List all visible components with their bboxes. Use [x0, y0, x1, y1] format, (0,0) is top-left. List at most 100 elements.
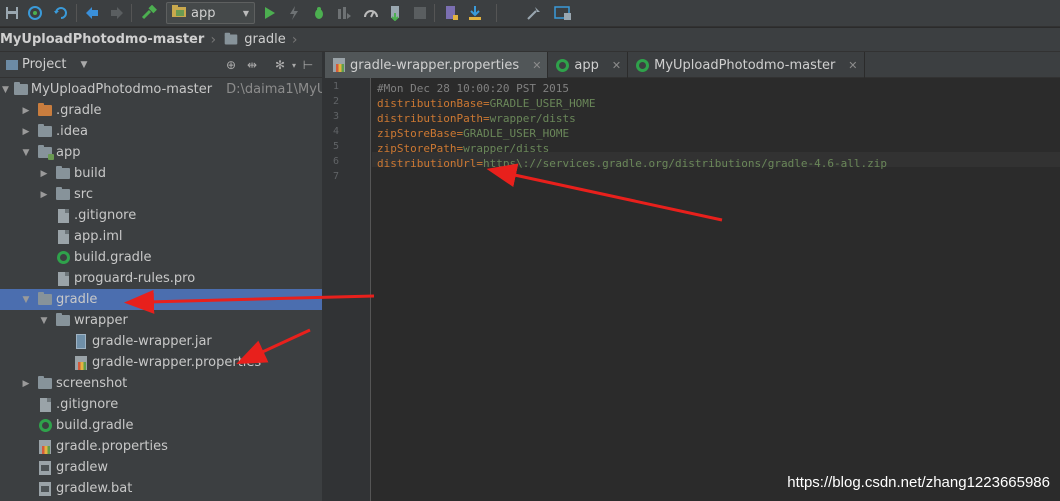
tree-item[interactable]: build.gradle: [0, 415, 322, 436]
chevron-down-icon[interactable]: ▼: [80, 60, 87, 70]
run-icon[interactable]: [260, 4, 278, 22]
forward-icon[interactable]: [108, 4, 126, 22]
folder-icon: [224, 32, 238, 45]
tree-item-label: gradlew.bat: [56, 481, 133, 496]
main-toolbar: app ▼: [0, 0, 1060, 27]
refresh-icon[interactable]: [52, 4, 70, 22]
code-line: distributionBase=GRADLE_USER_HOME: [377, 96, 596, 111]
jar-file-icon: [76, 334, 86, 349]
folder-icon: [56, 187, 70, 200]
save-icon[interactable]: [3, 4, 21, 22]
breadcrumb-item-project[interactable]: MyUploadPhotodmo-master: [0, 32, 208, 47]
property-value: wrapper/dists: [463, 142, 550, 155]
tree-item[interactable]: ▼ wrapper: [0, 310, 322, 331]
back-icon[interactable]: [83, 4, 101, 22]
tree-item[interactable]: gradle.properties: [0, 436, 322, 457]
hide-panel-icon[interactable]: ⊢: [300, 57, 316, 73]
folder-icon: [56, 166, 70, 179]
tree-item[interactable]: ▼ gradle: [0, 289, 322, 310]
close-icon[interactable]: ✕: [612, 59, 621, 72]
tree-item[interactable]: ▼ app: [0, 142, 322, 163]
code-line: zipStorePath=wrapper/dists: [377, 141, 549, 156]
chevron-right-icon: ›: [210, 31, 217, 48]
tree-item-label: .gitignore: [56, 397, 119, 412]
script-file-icon: [39, 481, 51, 496]
tree-item[interactable]: ▶ .gradle: [0, 100, 322, 121]
build-icon[interactable]: [140, 4, 158, 22]
tree-item-label: build.gradle: [74, 250, 152, 265]
apply-changes-icon[interactable]: [386, 4, 404, 22]
tree-item-label: gradle-wrapper.properties: [92, 355, 262, 370]
breadcrumb-item-gradle[interactable]: gradle: [224, 32, 289, 47]
code-line: distributionPath=wrapper/dists: [377, 111, 576, 126]
tree-item[interactable]: app.iml: [0, 226, 322, 247]
tree-item[interactable]: ▶ .idea: [0, 121, 322, 142]
property-separator: =: [482, 112, 490, 125]
collapse-arrow-icon[interactable]: ▶: [20, 378, 32, 390]
editor-tabs: gradle-wrapper.properties ✕ app ✕ MyUplo…: [325, 52, 1060, 78]
run-configuration-dropdown[interactable]: app ▼: [166, 2, 255, 24]
close-icon[interactable]: ✕: [848, 59, 857, 72]
collapse-arrow-icon[interactable]: ▶: [20, 105, 32, 117]
property-key: zipStorePath: [377, 142, 457, 155]
tree-item[interactable]: gradlew.bat: [0, 478, 322, 499]
tree-item-label: .gradle: [56, 103, 102, 118]
lightning-icon[interactable]: [285, 4, 303, 22]
avd-manager-icon[interactable]: [442, 4, 460, 22]
line-number-gutter: 1 2 3 4 5 6 7: [325, 78, 371, 501]
locate-icon[interactable]: ⊕: [223, 57, 239, 73]
project-view-selector[interactable]: Project: [22, 57, 66, 72]
expand-arrow-icon[interactable]: ▼: [38, 315, 50, 327]
tab-project-build-gradle[interactable]: MyUploadPhotodmo-master ✕: [628, 52, 865, 78]
debug-icon[interactable]: [310, 4, 328, 22]
sync-icon[interactable]: [26, 4, 44, 22]
tree-item[interactable]: proguard-rules.pro: [0, 268, 322, 289]
property-value: https\://services.gradle.org/distributio…: [482, 157, 887, 170]
file-icon: [57, 208, 69, 223]
property-key: distributionBase: [377, 97, 483, 110]
tree-item-label: .gitignore: [74, 208, 137, 223]
tree-item[interactable]: ▼ MyUploadPhotodmo-master D:\daima1\MyUplo: [0, 79, 346, 100]
expand-arrow-icon[interactable]: ▼: [2, 84, 9, 96]
collapse-arrow-icon[interactable]: ▶: [38, 189, 50, 201]
code-line: distributionUrl=https\://services.gradle…: [377, 156, 887, 171]
property-key: distributionUrl: [377, 157, 477, 170]
close-icon[interactable]: ✕: [532, 59, 541, 72]
tree-item[interactable]: gradle-wrapper.properties: [0, 352, 322, 373]
chevron-down-icon: ▼: [242, 8, 249, 18]
tree-item[interactable]: .gitignore: [0, 205, 322, 226]
app-module-icon: [171, 4, 187, 22]
line-number: 3: [332, 111, 339, 122]
tab-gradle-wrapper-properties[interactable]: gradle-wrapper.properties ✕: [325, 52, 549, 78]
tab-app[interactable]: app ✕: [548, 52, 629, 78]
expand-arrow-icon[interactable]: ▼: [20, 147, 32, 159]
collapse-icon[interactable]: ⇹: [244, 57, 260, 73]
collapse-arrow-icon[interactable]: ▶: [38, 168, 50, 180]
project-tool-window: Project ▼ ⊕ ⇹ ✻ ▾ ⊢ ▼ MyUploadPhotodmo-ma…: [0, 52, 346, 501]
expand-arrow-icon[interactable]: ▼: [20, 294, 32, 306]
tree-item[interactable]: ▶ build: [0, 163, 322, 184]
tree-item[interactable]: gradle-wrapper.jar: [0, 331, 322, 352]
tree-item[interactable]: build.gradle: [0, 247, 322, 268]
tree-item[interactable]: ▶ screenshot: [0, 373, 322, 394]
collapse-arrow-icon[interactable]: ▶: [20, 126, 32, 138]
chevron-right-icon: ›: [291, 31, 298, 48]
code-comment: #Mon Dec 28 10:00:20 PST 2015: [377, 82, 570, 95]
coverage-icon[interactable]: [335, 4, 353, 22]
profile-icon[interactable]: [362, 4, 380, 22]
layout-inspector-icon[interactable]: [525, 4, 543, 22]
tree-item[interactable]: .gitignore: [0, 394, 322, 415]
properties-file-icon: [333, 58, 345, 72]
code-line: #Mon Dec 28 10:00:20 PST 2015: [377, 81, 569, 96]
tree-item[interactable]: ▶ src: [0, 184, 322, 205]
project-structure-icon[interactable]: [554, 4, 572, 22]
tree-item-label: app.iml: [74, 229, 123, 244]
sdk-manager-icon[interactable]: [466, 4, 484, 22]
code-line: zipStoreBase=GRADLE_USER_HOME: [377, 126, 569, 141]
stop-icon[interactable]: [411, 4, 429, 22]
gradle-icon: [38, 419, 52, 432]
tree-item[interactable]: gradlew: [0, 457, 322, 478]
tree-item-label: gradlew: [56, 460, 109, 475]
